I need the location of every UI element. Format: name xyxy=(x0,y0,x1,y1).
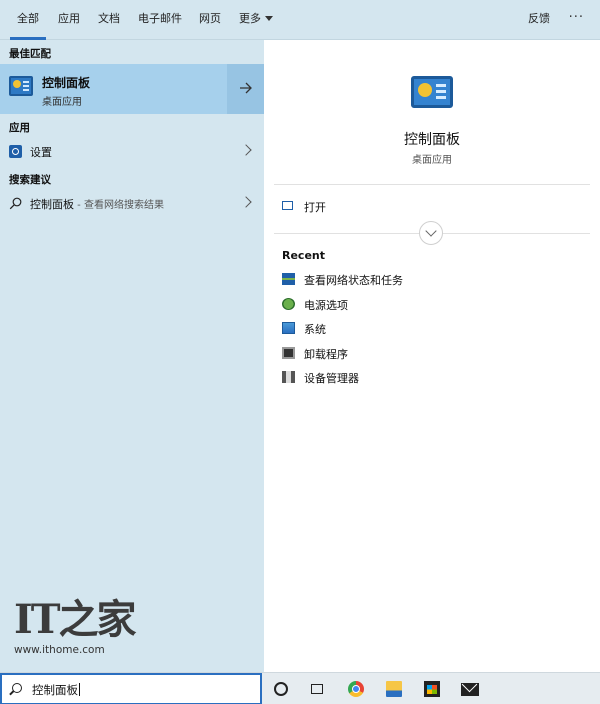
power-icon xyxy=(282,298,295,310)
feedback-button[interactable]: 反馈 xyxy=(528,0,550,38)
ithome-logo: IT之家 xyxy=(14,596,136,643)
system-icon xyxy=(282,322,295,334)
search-icon xyxy=(9,197,22,210)
taskbar: 控制面板 xyxy=(0,672,600,704)
app-item-label: 设置 xyxy=(30,146,52,159)
best-match-item[interactable]: 控制面板 桌面应用 xyxy=(0,64,226,114)
search-input[interactable]: 控制面板 xyxy=(0,673,262,704)
device-manager-icon xyxy=(282,371,295,383)
divider xyxy=(274,184,590,185)
store-icon[interactable] xyxy=(424,681,440,697)
search-icon xyxy=(12,683,22,693)
suggestion-sub: - 查看网络搜索结果 xyxy=(74,200,164,211)
open-label: 打开 xyxy=(304,201,326,214)
results-pane: 最佳匹配 控制面板 桌面应用 应用 设置 搜索建议 控制面板 - 查看网络搜索结… xyxy=(0,40,264,672)
gear-icon xyxy=(9,145,22,158)
suggestion-text: 控制面板 - 查看网络搜索结果 xyxy=(30,196,164,212)
best-match-heading: 最佳匹配 xyxy=(9,48,51,60)
chevron-right-icon xyxy=(240,144,252,156)
app-item-settings[interactable]: 设置 xyxy=(0,140,264,164)
tab-email[interactable]: 电子邮件 xyxy=(136,0,184,40)
best-match-result: 控制面板 桌面应用 xyxy=(0,64,264,114)
text-cursor xyxy=(79,683,80,696)
apps-heading: 应用 xyxy=(9,122,30,134)
watermark-url: www.ithome.com xyxy=(14,644,105,656)
tab-more[interactable]: 更多 xyxy=(236,0,276,40)
network-icon xyxy=(282,273,295,285)
recent-item-label: 电源选项 xyxy=(304,299,348,312)
best-match-title: 控制面板 xyxy=(42,76,91,90)
recent-item-label: 卸载程序 xyxy=(304,348,348,361)
suggestion-item[interactable]: 控制面板 - 查看网络搜索结果 xyxy=(0,192,264,216)
open-window-icon xyxy=(282,201,293,210)
tab-more-label: 更多 xyxy=(239,12,261,25)
caret-down-icon xyxy=(265,16,273,21)
best-match-subtitle: 桌面应用 xyxy=(42,97,82,108)
control-panel-icon xyxy=(411,76,453,108)
expand-button[interactable] xyxy=(419,221,443,245)
recent-item-label: 查看网络状态和任务 xyxy=(304,274,403,287)
search-query: 控制面板 xyxy=(32,683,78,697)
search-suggestions-heading: 搜索建议 xyxy=(9,174,51,186)
tab-all[interactable]: 全部 xyxy=(10,0,46,40)
cortana-icon[interactable] xyxy=(274,682,288,696)
detail-title: 控制面板 xyxy=(404,132,460,148)
control-panel-icon xyxy=(9,76,33,96)
tab-documents[interactable]: 文档 xyxy=(96,0,122,40)
chrome-icon[interactable] xyxy=(348,681,364,697)
file-explorer-icon[interactable] xyxy=(386,681,402,697)
arrow-right-icon xyxy=(240,82,252,94)
watermark: IT之家 www.ithome.com xyxy=(14,596,136,657)
detail-subtitle: 桌面应用 xyxy=(412,155,452,166)
suggestion-label: 控制面板 xyxy=(30,198,74,211)
search-value: 控制面板 xyxy=(32,682,80,698)
search-filter-bar: 全部 应用 文档 电子邮件 网页 更多 反馈 ··· xyxy=(0,0,600,40)
tab-web[interactable]: 网页 xyxy=(197,0,223,40)
task-view-icon[interactable] xyxy=(311,684,323,694)
recent-item-label: 设备管理器 xyxy=(304,372,359,385)
mail-icon[interactable] xyxy=(461,683,479,696)
recent-item-label: 系统 xyxy=(304,323,326,336)
more-options-icon[interactable]: ··· xyxy=(569,0,584,36)
open-details-button[interactable] xyxy=(227,64,264,114)
tab-apps[interactable]: 应用 xyxy=(56,0,82,40)
recent-heading: Recent xyxy=(282,249,326,262)
programs-icon xyxy=(282,347,295,359)
chevron-right-icon xyxy=(240,196,252,208)
detail-pane: 控制面板 桌面应用 打开 Recent 查看网络状态和任务 电源选项 系统 卸载… xyxy=(264,40,600,672)
